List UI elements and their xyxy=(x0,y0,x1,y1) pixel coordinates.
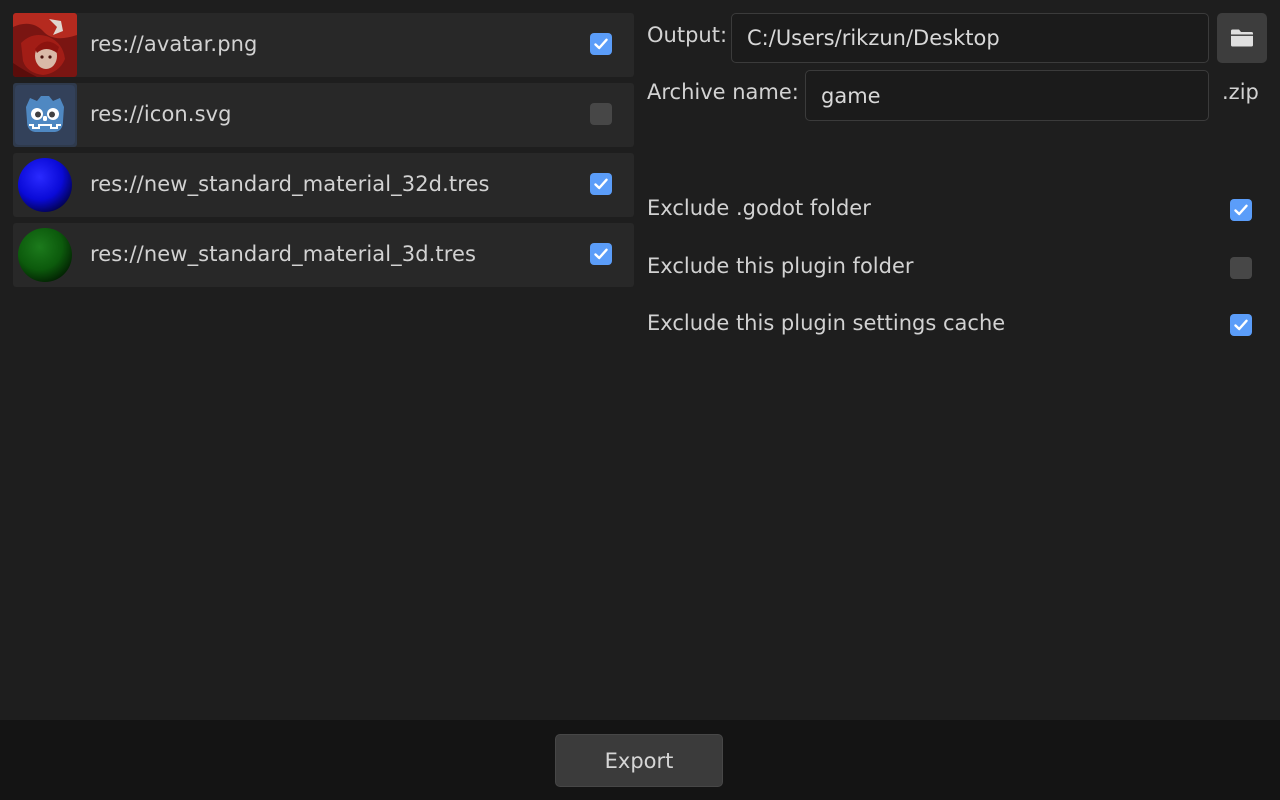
blue-material-sphere xyxy=(13,153,77,217)
option-label: Exclude .godot folder xyxy=(647,196,871,220)
option-label: Exclude this plugin settings cache xyxy=(647,311,1006,335)
checkmark-icon xyxy=(594,248,608,260)
checkmark-icon xyxy=(594,38,608,50)
option-exclude-godot-folder[interactable]: Exclude .godot folder xyxy=(647,190,1252,230)
output-path-input[interactable] xyxy=(731,13,1209,63)
option-checkbox[interactable] xyxy=(1230,314,1252,336)
file-path-label: res://avatar.png xyxy=(90,32,258,56)
file-include-checkbox[interactable] xyxy=(590,173,612,195)
file-row-material-3d[interactable]: res://new_standard_material_3d.tres xyxy=(13,223,634,287)
export-button[interactable]: Export xyxy=(555,734,723,787)
option-exclude-settings-cache[interactable]: Exclude this plugin settings cache xyxy=(647,305,1252,345)
checkmark-icon xyxy=(594,178,608,190)
green-material-sphere xyxy=(13,223,77,287)
file-path-label: res://icon.svg xyxy=(90,102,232,126)
archive-name-label: Archive name: xyxy=(647,80,799,104)
output-label: Output: xyxy=(647,23,728,47)
file-include-checkbox[interactable] xyxy=(590,243,612,265)
avatar-image xyxy=(13,13,77,77)
godot-logo-icon xyxy=(13,83,77,147)
option-checkbox[interactable] xyxy=(1230,257,1252,279)
archive-name-input[interactable] xyxy=(805,70,1209,121)
option-label: Exclude this plugin folder xyxy=(647,254,914,278)
file-include-checkbox[interactable] xyxy=(590,103,612,125)
browse-output-button[interactable] xyxy=(1217,13,1267,63)
option-checkbox[interactable] xyxy=(1230,199,1252,221)
folder-icon xyxy=(1231,29,1253,47)
file-include-checkbox[interactable] xyxy=(590,33,612,55)
file-path-label: res://new_standard_material_3d.tres xyxy=(90,242,477,266)
file-row-icon[interactable]: res://icon.svg xyxy=(13,83,634,147)
file-path-label: res://new_standard_material_32d.tres xyxy=(90,172,490,196)
archive-extension-label: .zip xyxy=(1222,80,1259,104)
option-exclude-plugin-folder[interactable]: Exclude this plugin folder xyxy=(647,248,1252,288)
file-list: res://avatar.png res://icon.svg res://ne… xyxy=(13,13,634,293)
file-row-avatar[interactable]: res://avatar.png xyxy=(13,13,634,77)
file-row-material-32d[interactable]: res://new_standard_material_32d.tres xyxy=(13,153,634,217)
footer-bar: Export xyxy=(0,720,1280,800)
checkmark-icon xyxy=(1234,204,1248,216)
checkmark-icon xyxy=(1234,319,1248,331)
export-plugin-window: res://avatar.png res://icon.svg res://ne… xyxy=(0,0,1280,800)
export-settings-panel: Output: Archive name: .zip Exclude .godo… xyxy=(647,0,1280,720)
